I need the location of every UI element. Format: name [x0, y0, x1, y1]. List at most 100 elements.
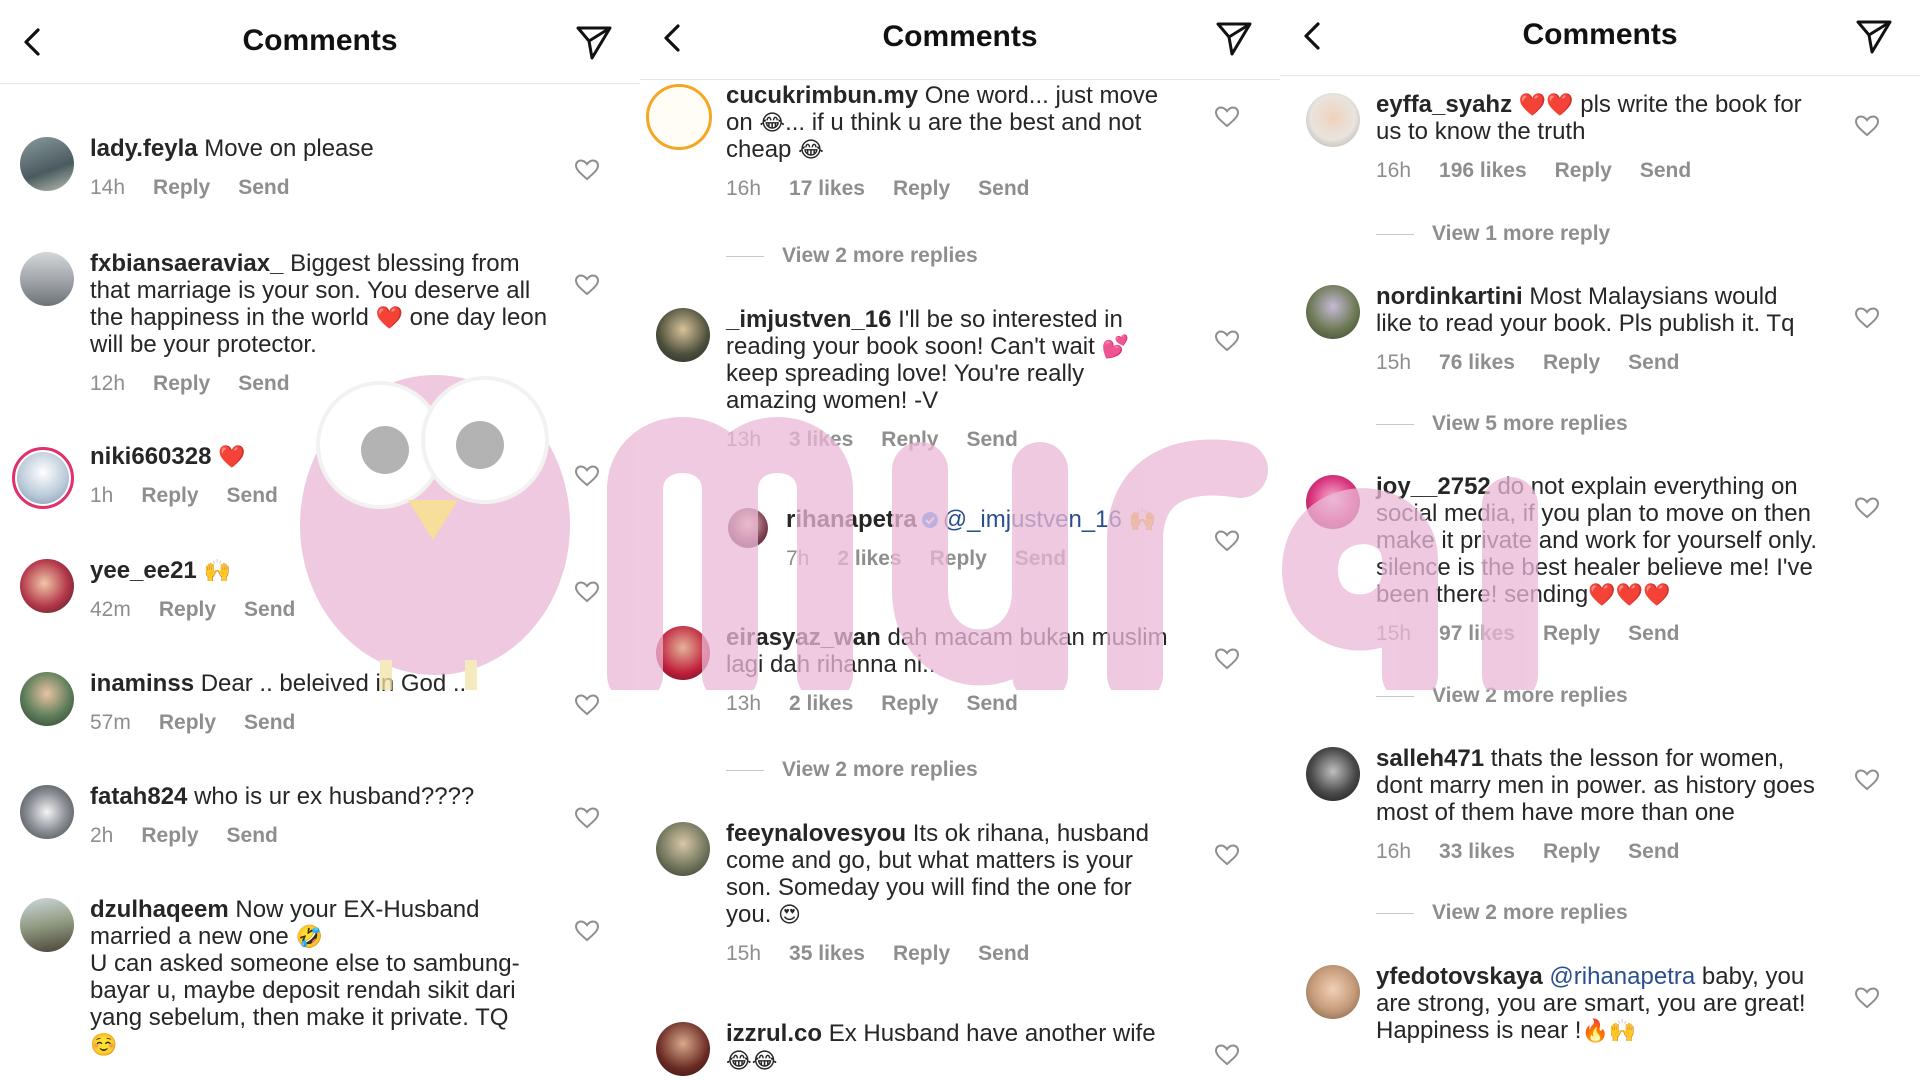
send-icon[interactable]	[574, 22, 614, 62]
send-icon[interactable]	[1214, 18, 1254, 58]
avatar[interactable]	[20, 137, 74, 191]
send-button[interactable]: Send	[244, 598, 295, 621]
heart-icon[interactable]	[1214, 104, 1240, 130]
reply-button[interactable]: Reply	[141, 484, 198, 507]
likes-count[interactable]: 97 likes	[1439, 622, 1515, 645]
send-button[interactable]: Send	[227, 824, 278, 847]
send-icon[interactable]	[1854, 16, 1894, 56]
heart-icon[interactable]	[1854, 985, 1880, 1011]
avatar[interactable]	[20, 785, 74, 839]
view-more-replies[interactable]: View 5 more replies	[1376, 412, 1628, 436]
heart-icon[interactable]	[574, 157, 600, 183]
heart-icon[interactable]	[574, 692, 600, 718]
likes-count[interactable]: 2 likes	[789, 692, 853, 715]
heart-icon[interactable]	[1854, 767, 1880, 793]
comment-username[interactable]: yee_ee21	[90, 557, 197, 584]
avatar[interactable]	[12, 447, 74, 509]
send-button[interactable]: Send	[1628, 622, 1679, 645]
comment-username[interactable]: rihanapetra	[786, 506, 917, 533]
send-button[interactable]: Send	[1628, 351, 1679, 374]
avatar[interactable]	[1306, 965, 1360, 1019]
likes-count[interactable]: 196 likes	[1439, 159, 1527, 182]
heart-icon[interactable]	[574, 805, 600, 831]
view-more-replies[interactable]: View 2 more replies	[726, 758, 978, 782]
heart-icon[interactable]	[1214, 328, 1240, 354]
reply-button[interactable]: Reply	[159, 598, 216, 621]
comment-username[interactable]: feeynalovesyou	[726, 820, 906, 847]
send-button[interactable]: Send	[244, 711, 295, 734]
send-button[interactable]: Send	[1640, 159, 1691, 182]
reply-button[interactable]: Reply	[153, 176, 210, 199]
reply-button[interactable]: Reply	[930, 547, 987, 570]
view-more-replies[interactable]: View 2 more replies	[1376, 684, 1628, 708]
avatar[interactable]	[1306, 475, 1360, 529]
send-button[interactable]: Send	[1628, 840, 1679, 863]
likes-count[interactable]: 76 likes	[1439, 351, 1515, 374]
comment-username[interactable]: niki660328	[90, 443, 211, 470]
heart-icon[interactable]	[1854, 113, 1880, 139]
comment-username[interactable]: eyffa_syahz	[1376, 91, 1512, 118]
comment-username[interactable]: fxbiansaeraviax_	[90, 250, 283, 277]
send-button[interactable]: Send	[966, 692, 1017, 715]
avatar[interactable]	[20, 672, 74, 726]
heart-icon[interactable]	[1214, 646, 1240, 672]
send-button[interactable]: Send	[238, 372, 289, 395]
comment-username[interactable]: izzrul.co	[726, 1020, 822, 1047]
avatar[interactable]	[656, 308, 710, 362]
avatar[interactable]	[646, 84, 712, 150]
avatar[interactable]	[20, 252, 74, 306]
avatar[interactable]	[656, 1022, 710, 1076]
avatar[interactable]	[20, 559, 74, 613]
comment-username[interactable]: dzulhaqeem	[90, 896, 229, 923]
send-button[interactable]: Send	[978, 942, 1029, 965]
reply-button[interactable]: Reply	[1555, 159, 1612, 182]
avatar[interactable]	[20, 898, 74, 952]
heart-icon[interactable]	[1214, 1042, 1240, 1068]
comment-username[interactable]: yfedotovskaya	[1376, 963, 1543, 990]
reply-button[interactable]: Reply	[893, 177, 950, 200]
reply-button[interactable]: Reply	[1543, 840, 1600, 863]
comment-username[interactable]: cucukrimbun.my	[726, 82, 918, 109]
reply-button[interactable]: Reply	[1543, 351, 1600, 374]
heart-icon[interactable]	[1214, 842, 1240, 868]
avatar[interactable]	[728, 508, 768, 548]
comment-username[interactable]: salleh471	[1376, 745, 1484, 772]
heart-icon[interactable]	[574, 463, 600, 489]
avatar[interactable]	[656, 626, 710, 680]
reply-button[interactable]: Reply	[159, 711, 216, 734]
reply-button[interactable]: Reply	[153, 372, 210, 395]
send-button[interactable]: Send	[238, 176, 289, 199]
heart-icon[interactable]	[574, 918, 600, 944]
likes-count[interactable]: 35 likes	[789, 942, 865, 965]
heart-icon[interactable]	[574, 272, 600, 298]
likes-count[interactable]: 3 likes	[789, 428, 853, 451]
view-more-replies[interactable]: View 2 more replies	[726, 244, 978, 268]
avatar[interactable]	[1306, 747, 1360, 801]
comment-username[interactable]: inaminss	[90, 670, 194, 697]
view-more-replies[interactable]: View 1 more reply	[1376, 222, 1610, 246]
comment-username[interactable]: eirasyaz_wan	[726, 624, 881, 651]
likes-count[interactable]: 2 likes	[837, 547, 901, 570]
reply-button[interactable]: Reply	[893, 942, 950, 965]
avatar[interactable]	[1306, 93, 1360, 147]
view-more-replies[interactable]: View 2 more replies	[1376, 901, 1628, 925]
send-button[interactable]: Send	[227, 484, 278, 507]
heart-icon[interactable]	[574, 579, 600, 605]
likes-count[interactable]: 17 likes	[789, 177, 865, 200]
heart-icon[interactable]	[1854, 495, 1880, 521]
comment-username[interactable]: _imjustven_16	[726, 306, 891, 333]
reply-button[interactable]: Reply	[881, 692, 938, 715]
send-button[interactable]: Send	[978, 177, 1029, 200]
avatar[interactable]	[656, 822, 710, 876]
reply-button[interactable]: Reply	[141, 824, 198, 847]
send-button[interactable]: Send	[966, 428, 1017, 451]
mention-link[interactable]: @_imjustven_16	[943, 506, 1122, 533]
heart-icon[interactable]	[1214, 528, 1240, 554]
heart-icon[interactable]	[1854, 305, 1880, 331]
comment-username[interactable]: joy__2752	[1376, 473, 1491, 500]
send-button[interactable]: Send	[1015, 547, 1066, 570]
reply-button[interactable]: Reply	[881, 428, 938, 451]
comment-username[interactable]: lady.feyla	[90, 135, 198, 162]
comment-username[interactable]: nordinkartini	[1376, 283, 1523, 310]
avatar[interactable]	[1306, 285, 1360, 339]
